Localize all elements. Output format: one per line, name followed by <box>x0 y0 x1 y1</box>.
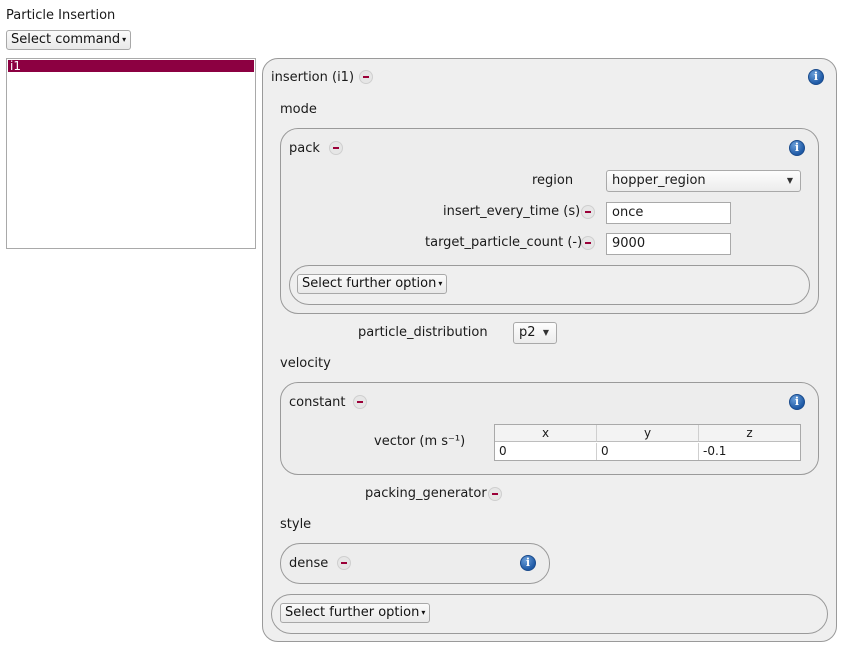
insertion-further-option-label: Select further option <box>285 605 420 620</box>
target-particle-count-input[interactable]: 9000 <box>606 233 731 255</box>
dense-info-icon[interactable]: i <box>520 555 536 571</box>
mode-label: mode <box>280 102 317 117</box>
style-label: style <box>280 517 312 532</box>
packing-generator-label: packing_generator <box>365 486 487 501</box>
pack-further-option-label: Select further option <box>302 276 437 291</box>
select-command-button[interactable]: Select command ▾ <box>6 30 132 50</box>
region-value: hopper_region <box>612 173 706 188</box>
region-select[interactable]: hopper_region ▼ <box>606 170 801 192</box>
chevron-down-icon: ▾ <box>421 608 426 617</box>
remove-target-particle-count-minus-icon[interactable] <box>581 236 595 250</box>
select-command-label: Select command <box>11 32 121 47</box>
region-label: region <box>532 173 574 188</box>
vector-label: vector (m s⁻¹) <box>374 434 466 449</box>
constant-title: constant <box>289 395 346 410</box>
particle-distribution-select[interactable]: p2 ▼ <box>513 322 557 344</box>
list-item[interactable]: i1 <box>8 60 254 72</box>
velocity-label: velocity <box>280 356 331 371</box>
command-list[interactable]: i1 <box>6 58 256 249</box>
insertion-title: insertion (i1) <box>271 70 355 85</box>
chevron-down-icon: ▾ <box>122 35 127 44</box>
vector-z-input[interactable]: -0.1 <box>699 443 800 460</box>
dense-title: dense <box>289 556 329 571</box>
chevron-down-icon: ▼ <box>542 328 549 337</box>
remove-insertion-minus-icon[interactable] <box>359 70 373 84</box>
vector-y-input[interactable]: 0 <box>597 443 699 460</box>
remove-dense-minus-icon[interactable] <box>337 556 351 570</box>
particle-distribution-value: p2 <box>519 325 536 340</box>
pack-info-icon[interactable]: i <box>789 140 805 156</box>
particle-distribution-label: particle_distribution <box>358 325 488 340</box>
vector-column-y-header: y <box>597 425 699 442</box>
target-particle-count-label: target_particle_count (-) <box>425 235 583 250</box>
insert-every-time-input[interactable]: once <box>606 202 731 224</box>
constant-info-icon[interactable]: i <box>789 394 805 410</box>
vector-column-z-header: z <box>699 425 800 442</box>
vector-column-x-header: x <box>495 425 597 442</box>
remove-pack-minus-icon[interactable] <box>329 141 343 155</box>
chevron-down-icon: ▼ <box>786 176 793 185</box>
remove-packing-generator-minus-icon[interactable] <box>488 487 502 501</box>
pack-title: pack <box>289 141 320 156</box>
vector-x-input[interactable]: 0 <box>495 443 597 460</box>
pack-further-option-button[interactable]: Select further option ▾ <box>297 274 448 294</box>
chevron-down-icon: ▾ <box>438 279 443 288</box>
page-title: Particle Insertion <box>6 8 116 23</box>
insertion-further-option-button[interactable]: Select further option ▾ <box>280 603 431 623</box>
insertion-info-icon[interactable]: i <box>808 69 824 85</box>
vector-table: x y z 0 0 -0.1 <box>494 424 801 461</box>
insert-every-time-label: insert_every_time (s) <box>443 204 581 219</box>
remove-constant-minus-icon[interactable] <box>353 395 367 409</box>
remove-insert-every-time-minus-icon[interactable] <box>581 205 595 219</box>
